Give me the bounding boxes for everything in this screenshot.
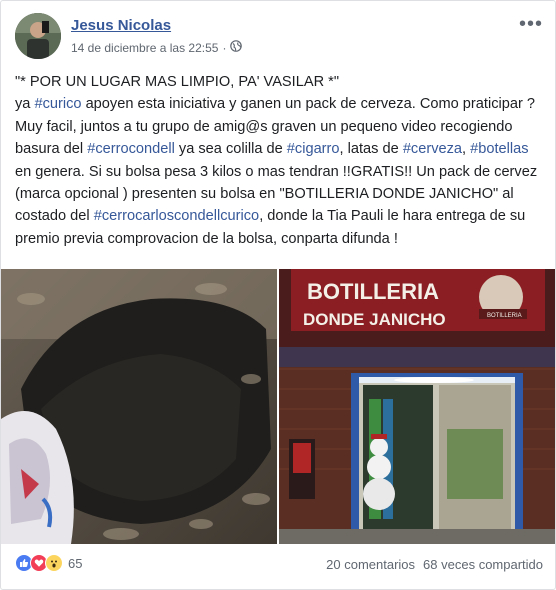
author-name[interactable]: Jesus Nicolas xyxy=(71,17,171,34)
post-text-segment: "* POR UN LUGAR MAS LIMPIO, PA' VASILAR … xyxy=(15,74,340,90)
store-sign-line2: DONDE JANICHO xyxy=(303,310,446,329)
post-timestamp[interactable]: 14 de diciembre a las 22:55 xyxy=(71,41,218,55)
hashtag-link[interactable]: #cerveza xyxy=(403,141,462,157)
hashtag-link[interactable]: #curico xyxy=(34,96,81,112)
engagement-counts: 20 comentarios 68 veces compartido xyxy=(326,557,543,572)
shares-count[interactable]: 68 veces compartido xyxy=(423,557,543,572)
wow-icon xyxy=(45,554,63,572)
separator: · xyxy=(222,40,227,55)
hashtag-link[interactable]: #cerrocarloscondellcurico xyxy=(94,208,259,224)
photo-trash-bag[interactable] xyxy=(1,269,277,544)
post-header: Jesus Nicolas 14 de diciembre a las 22:5… xyxy=(15,13,545,63)
globe-icon[interactable] xyxy=(230,40,243,55)
more-options-icon[interactable]: ••• xyxy=(519,13,543,36)
post-text-segment: , xyxy=(462,141,471,158)
facebook-post: Jesus Nicolas 14 de diciembre a las 22:5… xyxy=(0,0,556,590)
hashtag-link[interactable]: #botellas xyxy=(470,141,528,157)
hashtag-link[interactable]: #cerrocondell xyxy=(87,141,175,157)
post-text-segment: ya sea colilla de xyxy=(174,141,287,158)
post-text-segment: , latas de xyxy=(339,141,403,158)
hashtag-link[interactable]: #cigarro xyxy=(287,141,340,157)
reaction-count: 65 xyxy=(68,555,83,571)
reactions-summary[interactable]: 65 xyxy=(15,554,82,572)
post-footer: 65 20 comentarios 68 veces compartido xyxy=(15,554,543,578)
photo-liquor-store[interactable]: BOTILLERIA DONDE JANICHO BOTILLERIA xyxy=(279,269,555,544)
store-sign-small: BOTILLERIA xyxy=(487,313,522,319)
post-paragraph: "* POR UN LUGAR MAS LIMPIO, PA' VASILAR … xyxy=(15,71,539,250)
post-meta: 14 de diciembre a las 22:55 · xyxy=(71,40,243,55)
photo-grid: BOTILLERIA DONDE JANICHO BOTILLERIA xyxy=(1,269,555,544)
post-text: "* POR UN LUGAR MAS LIMPIO, PA' VASILAR … xyxy=(15,71,539,250)
comments-count[interactable]: 20 comentarios xyxy=(326,557,415,572)
avatar[interactable] xyxy=(15,13,61,59)
store-sign-line1: BOTILLERIA xyxy=(307,279,439,304)
post-text-segment: ya xyxy=(15,96,35,113)
